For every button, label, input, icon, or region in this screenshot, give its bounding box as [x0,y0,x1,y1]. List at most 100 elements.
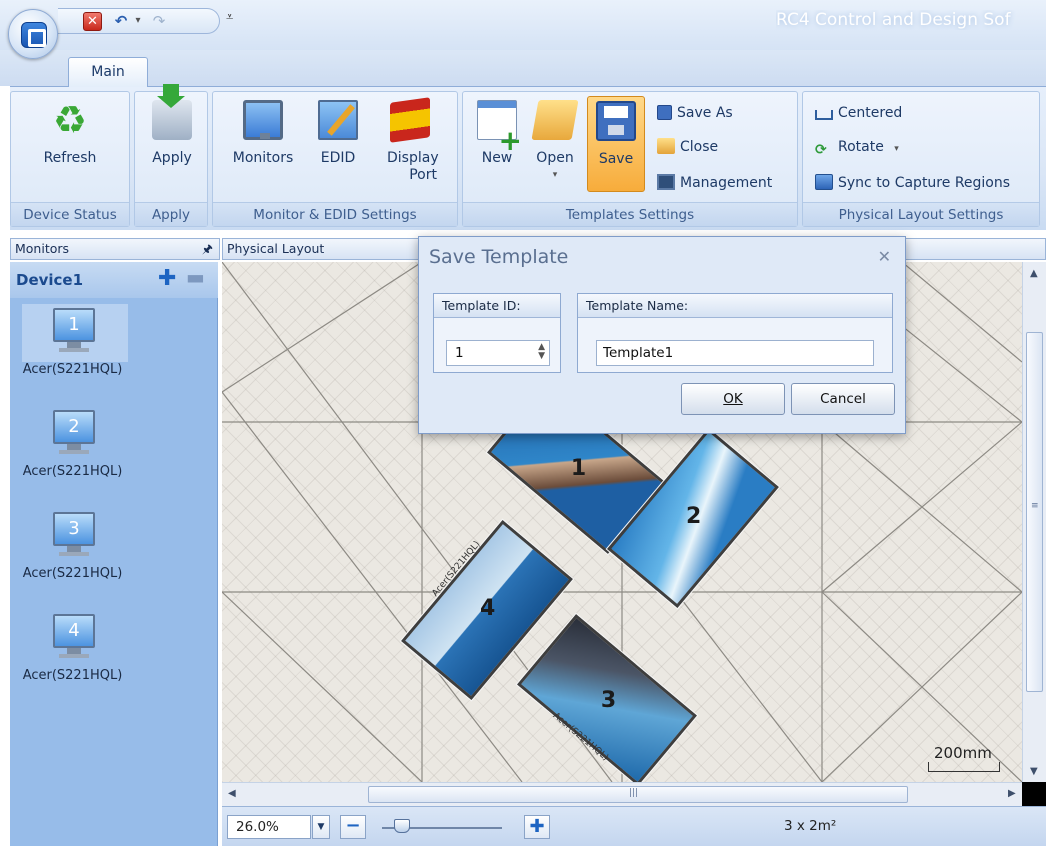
monitor-label: Acer(S221HQL) [22,464,123,479]
monitor-icon: 4 [22,610,128,668]
zoom-out-button[interactable]: − [340,815,366,839]
scroll-left-icon[interactable]: ◀ [228,788,236,799]
refresh-label: Refresh [43,150,97,166]
device-name: Device1 [16,271,84,289]
save-icon [596,101,636,141]
monitor-number: 4 [53,614,95,648]
pin-icon[interactable]: 🖈 [202,239,213,259]
monitor-icon: 2 [22,406,128,464]
zoom-in-button[interactable]: ✚ [524,815,550,839]
rotate-button[interactable]: ⟳ Rotate ▾ [815,136,899,158]
open-folder-icon [531,100,579,140]
template-id-label: Template ID: [434,294,560,318]
edid-icon [318,100,358,140]
application-menu-button[interactable] [8,9,58,59]
undo-dropdown-icon[interactable]: ▾ [132,11,144,31]
quick-access-toolbar: ✕ ↶ ▾ ↷ [58,8,220,34]
monitor-icon: 3 [22,508,128,566]
redo-icon[interactable]: ↷ [148,11,170,31]
management-icon [657,174,675,190]
add-monitor-icon[interactable]: ✚ [158,266,176,291]
zoom-slider-thumb[interactable] [394,819,410,833]
group-templates: New Open ▾ Save Save As Close Management… [462,91,798,227]
scroll-up-icon[interactable]: ▲ [1030,268,1038,279]
save-as-icon [657,105,672,120]
close-button[interactable]: Close [657,136,718,158]
physical-layout-title: Physical Layout [227,241,325,256]
display-port-button[interactable]: Display Port [373,97,447,184]
centered-icon [815,110,833,120]
tile-number: 4 [480,595,496,621]
monitor-icon [243,100,283,140]
template-id-stepper[interactable]: 1 ▲ ▼ [446,340,550,366]
display-port-label: Display Port [387,150,439,183]
ok-button[interactable]: OK [681,383,785,415]
vertical-scrollbar[interactable]: ▲ ≡ ▼ [1022,262,1046,782]
horizontal-scrollbar[interactable]: ◀ ||| ▶ [222,782,1022,806]
apply-label: Apply [152,150,192,166]
group-label-templates: Templates Settings [463,202,797,226]
app-logo-icon [21,22,47,48]
sync-capture-regions-button[interactable]: Sync to Capture Regions [815,172,1010,194]
save-label: Save [598,151,634,167]
zoom-dropdown-icon[interactable]: ▼ [312,815,330,839]
tile-number: 3 [600,688,617,714]
centered-button[interactable]: Centered [815,102,902,124]
scroll-corner [1022,782,1046,806]
monitors-button[interactable]: Monitors [223,100,303,167]
device-row[interactable]: Device1 ✚ ▬ [10,262,218,298]
group-apply: Apply Apply [134,84,208,227]
open-button[interactable]: Open ▾ [527,100,583,184]
customize-qat-icon[interactable]: ⩡ [226,10,233,25]
monitors-panel-header: Monitors 🖈 [10,238,220,260]
monitor-item[interactable]: 2 Acer(S221HQL) [10,406,218,496]
remove-monitor-icon[interactable]: ▬ [186,265,205,289]
apply-button[interactable]: Apply [141,84,203,167]
new-icon [477,100,522,149]
refresh-button[interactable]: ♻ Refresh [25,100,115,167]
management-button[interactable]: Management [657,172,772,194]
group-label-physical-layout: Physical Layout Settings [803,202,1039,226]
monitor-label: Acer(S221HQL) [22,668,123,683]
zoom-input[interactable]: 26.0% [227,815,311,839]
monitors-panel-title: Monitors [15,241,70,256]
open-label: Open [536,150,574,166]
close-icon[interactable]: ✕ [83,12,102,31]
monitor-number: 3 [53,512,95,546]
group-label-monitor-edid: Monitor & EDID Settings [213,202,457,226]
group-device-status: ♻ Refresh Device Status [10,91,130,227]
rotate-label: Rotate [838,139,884,155]
tab-main[interactable]: Main [68,57,148,87]
rotate-dropdown-icon[interactable]: ▾ [894,144,899,154]
cancel-button[interactable]: Cancel [791,383,895,415]
dialog-title: Save Template [429,246,569,268]
tile-number: 2 [686,503,702,529]
monitors-label: Monitors [232,150,294,166]
monitor-number: 2 [53,410,95,444]
open-dropdown-icon[interactable]: ▾ [527,167,583,184]
save-as-button[interactable]: Save As [657,102,733,124]
stepper-arrows-icon[interactable]: ▲ ▼ [538,343,545,361]
scroll-down-icon[interactable]: ▼ [1030,766,1038,777]
close-label: Close [680,139,719,155]
monitor-item[interactable]: 1 Acer(S221HQL) [10,304,218,394]
sync-icon [815,174,833,190]
scroll-right-icon[interactable]: ▶ [1008,788,1016,799]
apply-icon [152,84,192,140]
new-button[interactable]: New [471,100,523,167]
monitor-item[interactable]: 3 Acer(S221HQL) [10,508,218,598]
close-folder-icon [657,138,675,154]
vertical-scroll-thumb[interactable]: ≡ [1026,332,1043,692]
monitor-label: Acer(S221HQL) [22,566,123,581]
horizontal-scroll-thumb[interactable]: ||| [368,786,908,803]
edid-button[interactable]: EDID [311,100,365,167]
save-button[interactable]: Save [587,96,645,192]
close-icon[interactable]: ✕ [878,247,891,266]
monitor-icon: 1 [22,304,128,362]
undo-icon[interactable]: ↶ [110,11,132,31]
monitor-item[interactable]: 4 Acer(S221HQL) [10,610,218,700]
status-bar: 26.0% ▼ − ✚ 3 x 2m² [222,806,1046,846]
template-name-input[interactable] [596,340,874,366]
layout-area: 3 x 2m² [784,818,837,834]
template-name-group: Template Name: [577,293,893,373]
